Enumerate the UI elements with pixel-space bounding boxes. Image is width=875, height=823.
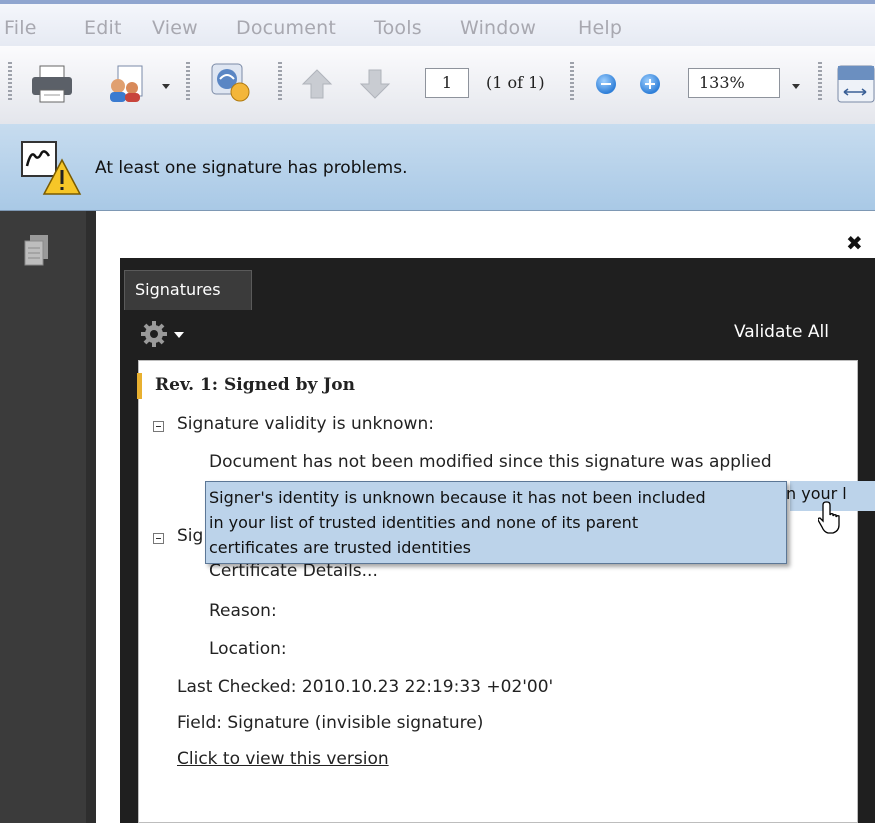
- zoom-dropdown-arrow[interactable]: [792, 84, 800, 89]
- location-label: Location:: [209, 639, 287, 659]
- collaborate-dropdown-arrow[interactable]: [162, 84, 170, 89]
- zoom-out-icon[interactable]: [596, 74, 616, 94]
- certificate-details-link[interactable]: Certificate Details...: [209, 561, 378, 581]
- toolbar-grip[interactable]: [8, 62, 12, 102]
- toolbar: 1 (1 of 1) 133%: [0, 46, 875, 125]
- tab-signatures-label: Signatures: [135, 280, 221, 299]
- zoom-level-input[interactable]: 133%: [688, 68, 780, 98]
- signature-list: Rev. 1: Signed by Jon Signature validity…: [137, 360, 858, 823]
- toolbar-grip[interactable]: [818, 62, 822, 102]
- signer-identity-tooltip: Signer's identity is unknown because it …: [205, 481, 787, 564]
- signature-status-message: At least one signature has problems.: [95, 158, 408, 178]
- validity-status[interactable]: Signature validity is unknown:: [177, 414, 434, 434]
- collapse-validity-icon[interactable]: [153, 421, 164, 432]
- close-panel-button[interactable]: ✖: [846, 231, 863, 255]
- menu-edit[interactable]: Edit: [84, 17, 122, 39]
- collapse-details-icon[interactable]: [153, 533, 164, 544]
- menu-bar: File Edit View Document Tools Window Hel…: [0, 0, 875, 46]
- prev-page-icon[interactable]: [300, 66, 334, 102]
- print-icon[interactable]: [30, 64, 76, 106]
- navigation-pane: [0, 211, 86, 823]
- tooltip-line: certificates are trusted identities: [209, 538, 472, 557]
- tab-signatures[interactable]: Signatures: [124, 270, 252, 310]
- hand-cursor-icon: [818, 501, 840, 534]
- pages-icon[interactable]: [22, 233, 52, 269]
- signatures-panel-toolbar: Validate All: [124, 310, 875, 360]
- sign-icon[interactable]: [206, 60, 256, 106]
- document-not-modified-text: Document has not been modified since thi…: [209, 452, 772, 472]
- menu-view[interactable]: View: [152, 17, 198, 39]
- signature-message-bar: At least one signature has problems.: [0, 124, 875, 211]
- validate-all-button[interactable]: Validate All: [734, 322, 829, 342]
- toolbar-grip[interactable]: [570, 62, 574, 102]
- zoom-in-icon[interactable]: [640, 74, 660, 94]
- last-checked-text: Last Checked: 2010.10.23 22:19:33 +02'00…: [177, 677, 554, 697]
- page-number-input[interactable]: 1: [425, 68, 469, 98]
- menu-window[interactable]: Window: [460, 17, 536, 39]
- tooltip-line: Signer's identity is unknown because it …: [209, 488, 706, 507]
- reason-label: Reason:: [209, 601, 277, 621]
- fit-width-icon[interactable]: [834, 64, 875, 106]
- revision-title[interactable]: Rev. 1: Signed by Jon: [155, 375, 355, 395]
- field-text: Field: Signature (invisible signature): [177, 713, 484, 733]
- tooltip-line: in your list of trusted identities and n…: [209, 513, 639, 532]
- menu-tools[interactable]: Tools: [374, 17, 422, 39]
- signature-details-header[interactable]: Sig: [177, 526, 203, 546]
- toolbar-grip[interactable]: [278, 62, 282, 102]
- toolbar-grip[interactable]: [186, 62, 190, 102]
- menu-help[interactable]: Help: [578, 17, 622, 39]
- collaborate-icon[interactable]: [104, 64, 148, 106]
- view-version-link[interactable]: Click to view this version: [177, 749, 389, 769]
- page-count-label: (1 of 1): [486, 73, 545, 92]
- next-page-icon[interactable]: [358, 66, 392, 102]
- menu-document[interactable]: Document: [236, 17, 336, 39]
- signature-warning-icon: [21, 141, 82, 195]
- gear-icon[interactable]: [138, 318, 192, 352]
- menu-file[interactable]: File: [4, 17, 37, 39]
- signature-pen-icon: [137, 373, 142, 399]
